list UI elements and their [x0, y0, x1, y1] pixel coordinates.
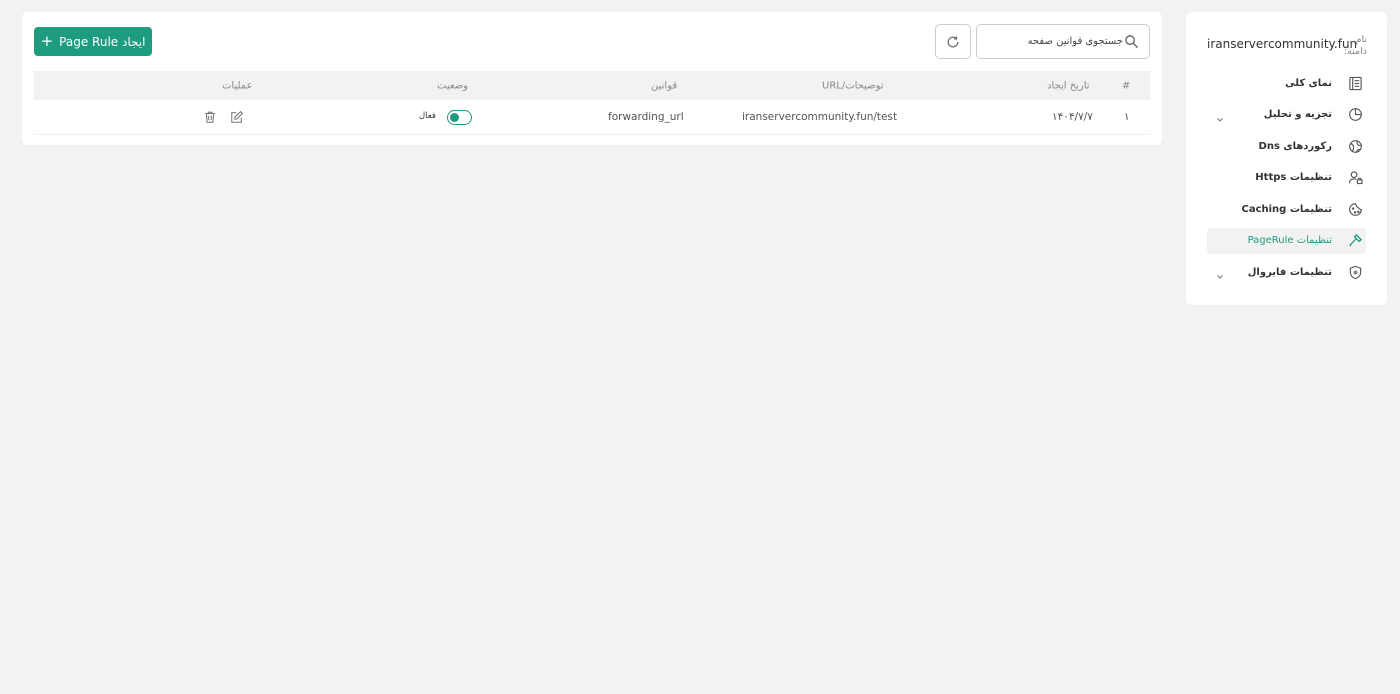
sidebar-item-label: تجزیه و تحلیل: [1263, 109, 1332, 120]
sidebar-nav: نمای کلی تجزیه و تحلیل رکوردهای Dns تنظی…: [1207, 70, 1366, 291]
col-created-header: تاریخ ایجاد: [1047, 80, 1090, 91]
sidebar-item-label: تنظیمات فایروال: [1247, 266, 1332, 278]
sidebar-item-label: رکوردهای Dns: [1258, 140, 1332, 152]
status-label: فعال: [419, 111, 436, 121]
sidebar-item-label: نمای کلی: [1285, 77, 1332, 89]
page-rules-panel: + ایجاد Page Rule # تاریخ ایجاد URL/توضی…: [22, 12, 1162, 145]
row-created: ۱۴۰۴/۷/۷: [1052, 111, 1093, 123]
user-lock-icon: [1346, 169, 1364, 187]
sidebar: نام دامنه: iranservercommunity.fun نمای …: [1186, 12, 1387, 305]
chevron-down-icon[interactable]: [1215, 267, 1225, 279]
sidebar-item-pagerule[interactable]: تنظیمات PageRule: [1207, 227, 1366, 254]
chart-pie-icon: [1346, 106, 1364, 124]
row-index: ۱: [1124, 111, 1130, 123]
sidebar-item-label: تنظیمات Caching: [1241, 203, 1333, 215]
col-ops-header: عملیات: [222, 80, 253, 91]
create-button-label: ایجاد Page Rule: [59, 34, 146, 49]
col-index-header: #: [1122, 80, 1131, 91]
search-icon: [1124, 34, 1140, 50]
sidebar-item-label: تنظیمات Https: [1255, 172, 1332, 183]
page-rules-table: # تاریخ ایجاد URL/توضیحات قوانین وضعیت ع…: [34, 71, 1150, 135]
sidebar-item-analytics[interactable]: تجزیه و تحلیل: [1207, 102, 1366, 128]
col-rules-header: قوانین: [651, 80, 678, 91]
overview-icon: [1346, 74, 1364, 92]
search-box: [976, 24, 1150, 59]
create-page-rule-button[interactable]: + ایجاد Page Rule: [34, 27, 152, 56]
sidebar-item-caching[interactable]: تنظیمات Caching: [1207, 196, 1366, 222]
search-input[interactable]: [983, 27, 1123, 56]
row-rules: forwarding_url: [608, 111, 684, 123]
hammer-icon: [1346, 232, 1364, 250]
trash-icon[interactable]: [203, 110, 217, 124]
sidebar-item-firewall[interactable]: تنظیمات فایروال: [1207, 259, 1366, 285]
sidebar-item-overview[interactable]: نمای کلی: [1207, 70, 1366, 96]
plus-icon: +: [40, 32, 54, 50]
domain-info: نام دامنه: iranservercommunity.fun: [1207, 34, 1367, 58]
table-row: ۱ ۱۴۰۴/۷/۷ iranservercommunity.fun/test …: [34, 100, 1150, 135]
sidebar-item-dns[interactable]: رکوردهای Dns: [1207, 133, 1366, 159]
sidebar-item-https[interactable]: تنظیمات Https: [1207, 165, 1366, 191]
row-url: iranservercommunity.fun/test: [742, 111, 898, 123]
col-url-header: URL/توضیحات: [822, 80, 884, 91]
status-toggle[interactable]: [447, 110, 472, 125]
shield-icon: [1346, 263, 1364, 281]
globe-icon: [1346, 137, 1364, 155]
domain-value: iranservercommunity.fun: [1207, 37, 1358, 51]
cookie-icon: [1346, 200, 1364, 218]
toggle-knob: [450, 112, 459, 122]
refresh-icon: [947, 35, 959, 47]
chevron-down-icon[interactable]: [1215, 110, 1225, 122]
refresh-button[interactable]: [935, 24, 971, 59]
sidebar-item-label: تنظیمات PageRule: [1247, 235, 1332, 246]
table-header: # تاریخ ایجاد URL/توضیحات قوانین وضعیت ع…: [34, 71, 1150, 100]
col-status-header: وضعیت: [437, 80, 468, 91]
edit-icon[interactable]: [230, 110, 244, 124]
